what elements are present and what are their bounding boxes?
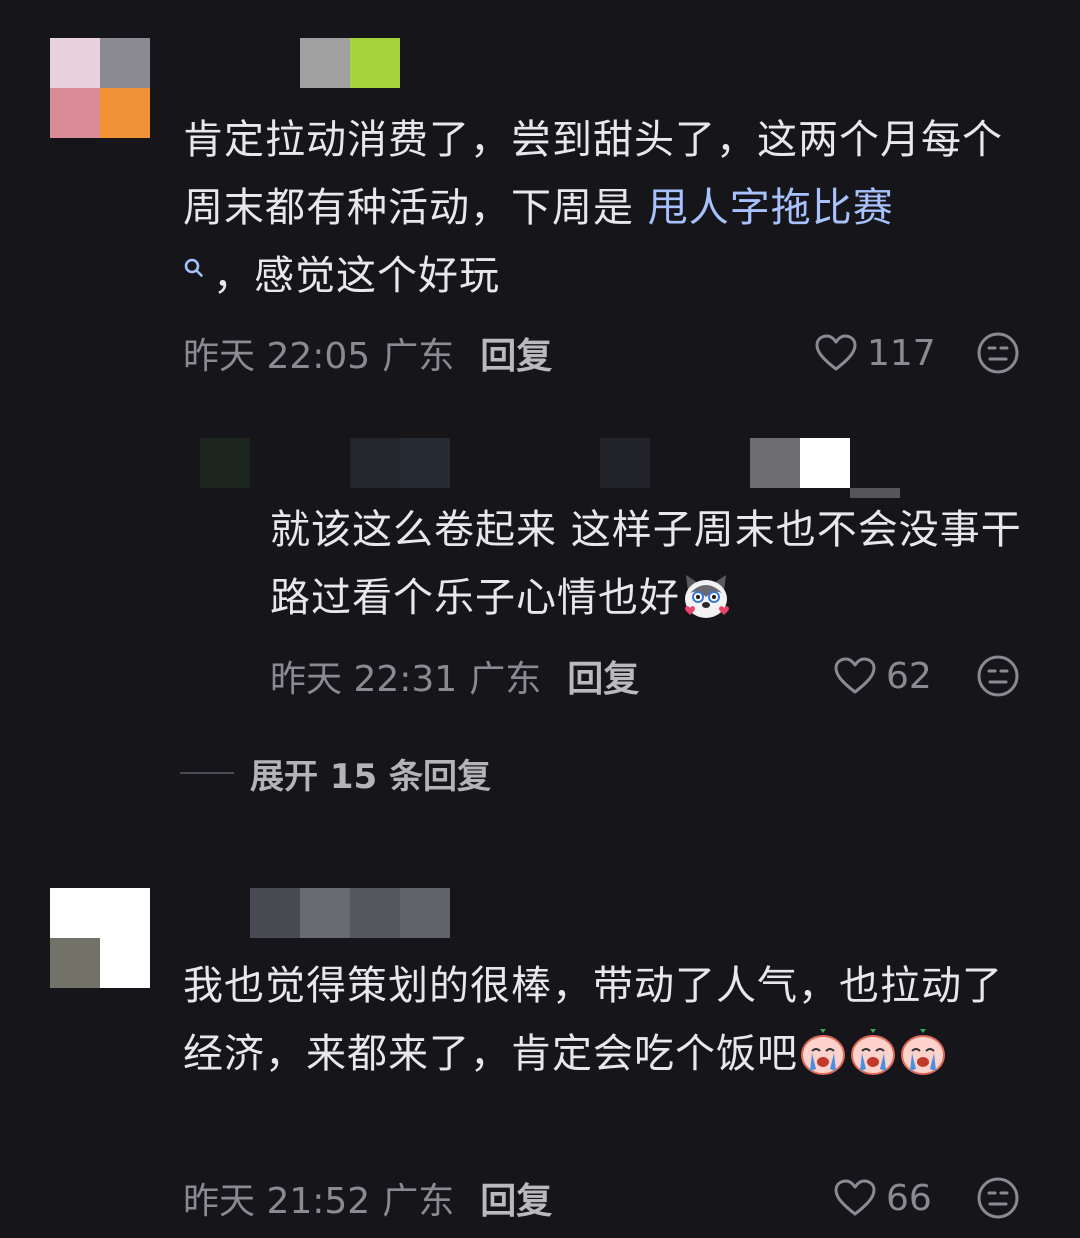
crying-peach-emoji [798, 1029, 848, 1098]
neutral-face-icon [977, 332, 1019, 374]
like-button[interactable]: 62 [834, 653, 932, 699]
reply-meta: 昨天 22:31 广东 回复 [270, 650, 639, 702]
like-button[interactable]: 66 [834, 1175, 932, 1221]
heart-outline-icon [815, 334, 857, 371]
like-count: 66 [886, 1177, 932, 1219]
reply-button[interactable]: 回复 [567, 650, 639, 702]
reply-button[interactable]: 回复 [480, 327, 552, 379]
comment-list: 肯定拉动消费了，尝到甜头了，这两个月每个周末都有种活动，下周是 甩人字拖比赛 ，感… [0, 0, 1080, 1238]
reply-target-username[interactable] [750, 438, 850, 488]
location: 广东 [382, 336, 455, 377]
search-icon[interactable] [183, 253, 213, 293]
comment-text: 肯定拉动消费了，尝到甜头了，这两个月每个周末都有种活动，下周是 甩人字拖比赛 ，感… [183, 117, 1003, 299]
expand-replies-label: 展开 15 条回复 [250, 756, 491, 797]
crying-peach-emoji [898, 1029, 948, 1098]
expand-replies-button[interactable]: 展开 15 条回复 [180, 750, 491, 797]
heart-outline-icon [834, 657, 876, 694]
comment-text: 我也觉得策划的很棒，带动了人气，也拉动了经济，来都来了，肯定会吃个饭吧 [183, 952, 1033, 1098]
dislike-button[interactable] [976, 654, 1020, 698]
reply-avatar[interactable] [200, 438, 250, 488]
comment-meta: 昨天 21:52 广东 回复 [183, 1172, 552, 1224]
avatar[interactable] [50, 38, 150, 138]
username[interactable] [300, 38, 400, 88]
username[interactable] [250, 888, 450, 938]
neutral-face-icon [977, 655, 1019, 697]
reply-button[interactable]: 回复 [480, 1172, 552, 1224]
husky-heart-eyes-emoji [680, 573, 732, 642]
location: 广东 [469, 659, 542, 700]
timestamp: 昨天 22:05 [183, 336, 371, 377]
timestamp: 昨天 22:31 [270, 659, 458, 700]
avatar[interactable] [50, 888, 150, 988]
location: 广东 [382, 1181, 455, 1222]
reply-text: 就该这么卷起来 这样子周末也不会没事干 路过看个乐子心情也好 [270, 496, 1040, 642]
like-button[interactable]: 117 [815, 330, 936, 376]
reply-username[interactable] [350, 438, 450, 488]
like-count: 62 [886, 655, 932, 697]
dislike-button[interactable] [976, 1176, 1020, 1220]
comment-meta: 昨天 22:05 广东 回复 [183, 327, 552, 379]
neutral-face-icon [977, 1177, 1019, 1219]
like-count: 117 [867, 332, 936, 374]
heart-outline-icon [834, 1179, 876, 1216]
timestamp: 昨天 21:52 [183, 1181, 371, 1222]
dislike-button[interactable] [976, 331, 1020, 375]
crying-peach-emoji [848, 1029, 898, 1098]
topic-link[interactable]: 甩人字拖比赛 [648, 185, 894, 231]
reply-arrow [600, 438, 650, 488]
divider-line [180, 772, 234, 774]
